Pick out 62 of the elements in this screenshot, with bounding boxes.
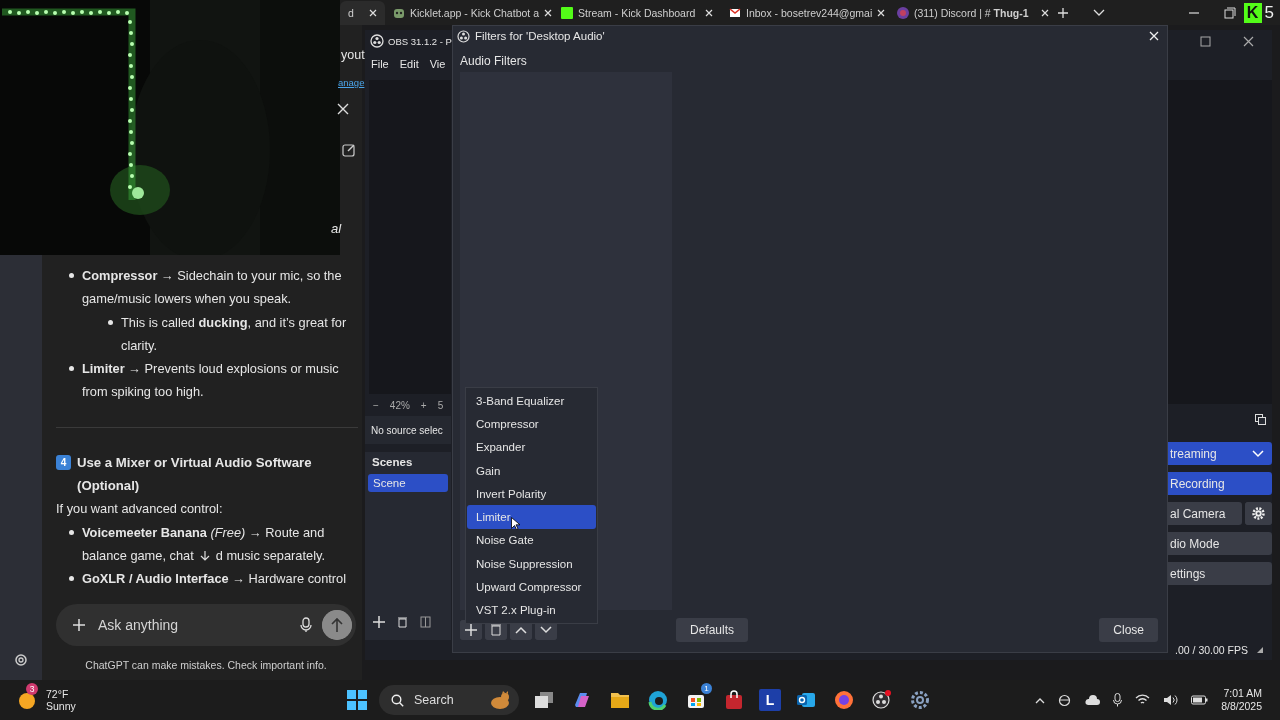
- menu-item[interactable]: File: [371, 58, 389, 70]
- section-heading: Use a Mixer or Virtual Audio Software (Optional): [77, 453, 313, 496]
- control-button[interactable]: treaming: [1168, 442, 1272, 465]
- bullet-text: Voicemeeter Banana (Free) → Route and: [82, 523, 325, 542]
- menu-item[interactable]: Upward Compressor: [467, 575, 596, 599]
- source-status-text: No source selec: [365, 416, 451, 444]
- number-badge: 4: [56, 454, 71, 470]
- browser-tab[interactable]: (311) Discord | # Thug-1: [889, 0, 1057, 25]
- browser-tab[interactable]: Inbox - bosetrev244@gmai: [721, 0, 889, 25]
- menu-item[interactable]: Expander: [467, 435, 596, 459]
- extension-count: 5: [1264, 2, 1274, 23]
- app-launcher-icon[interactable]: L: [759, 689, 781, 711]
- menu-item[interactable]: Invert Polarity: [467, 482, 596, 506]
- notification-badge: 3: [26, 683, 38, 695]
- browser-tab[interactable]: Stream - Kick Dashboard: [553, 0, 721, 25]
- intro-text: If you want advanced control:: [56, 500, 224, 519]
- extension-logo[interactable]: K: [1243, 2, 1262, 23]
- menu-item[interactable]: VST 2.x Plug-in: [467, 598, 596, 622]
- scene-item[interactable]: Scene: [368, 474, 448, 492]
- bullet-text: d music separately.: [215, 546, 325, 565]
- menu-item[interactable]: Compressor: [467, 412, 596, 436]
- clock[interactable]: 7:01 AM 8/8/2025: [1221, 687, 1262, 713]
- zoom-out-button[interactable]: −: [373, 399, 379, 411]
- control-button[interactable]: al Camera: [1168, 502, 1242, 525]
- search-field[interactable]: Search: [412, 692, 481, 708]
- temperature-text: 72°F: [46, 688, 70, 700]
- menu-item[interactable]: Vie: [429, 58, 446, 70]
- menu-item[interactable]: Noise Suppression: [467, 552, 596, 576]
- bullet-text: This is called ducking, and it’s great for clarity.: [121, 313, 348, 355]
- notification-badge: 1: [701, 683, 712, 694]
- browser-tab[interactable]: d: [340, 0, 385, 25]
- section-label: Audio Filters: [459, 53, 528, 70]
- zoom-level: 42%: [389, 399, 410, 411]
- close-button[interactable]: Close: [1099, 618, 1158, 642]
- cut-text: al: [331, 221, 342, 236]
- menu-item[interactable]: Noise Gate: [467, 528, 596, 553]
- cut-text: yout: [341, 48, 365, 62]
- menu-item[interactable]: 3-Band Equalizer: [467, 389, 596, 413]
- browser-tab[interactable]: Kicklet.app - Kick Chatbot a: [385, 0, 553, 25]
- fps-text: .00 / 30.00 FPS: [1175, 644, 1248, 656]
- bullet-text: GoXLR / Audio Interface → Hardware control: [82, 570, 347, 589]
- zoom-in-button[interactable]: +: [420, 399, 427, 411]
- control-button[interactable]: Recording: [1168, 472, 1272, 495]
- cut-text: 5: [437, 399, 444, 411]
- dock-title: Scenes: [371, 455, 414, 470]
- bullet-text: Compressor → Sidechain to your mic, so the game/music lowers when you speak.: [82, 267, 343, 309]
- bullet-text: Limiter → Prevents loud explosions or music from spiking too high.: [82, 360, 340, 402]
- dialog-title: Filters for 'Desktop Audio': [475, 30, 605, 42]
- weather-text: Sunny: [46, 700, 76, 712]
- disclaimer-text: ChatGPT can make mistakes. Check important info.: [84, 658, 328, 673]
- bullet-text: balance game, chat: [82, 546, 194, 565]
- menu-item[interactable]: Edit: [399, 58, 419, 70]
- control-button[interactable]: dio Mode: [1168, 532, 1272, 555]
- window-title: OBS 31.1.2 - P: [388, 35, 452, 47]
- menu-item[interactable]: Gain: [467, 458, 596, 483]
- cut-link[interactable]: anage: [338, 77, 365, 88]
- menu-item[interactable]: Limiter: [467, 505, 596, 529]
- control-button[interactable]: ettings: [1168, 562, 1272, 585]
- defaults-button[interactable]: Defaults: [676, 618, 749, 642]
- message-box[interactable]: Ask anything: [56, 604, 356, 646]
- message-input[interactable]: Ask anything: [96, 616, 290, 634]
- search-box[interactable]: Search: [379, 685, 519, 715]
